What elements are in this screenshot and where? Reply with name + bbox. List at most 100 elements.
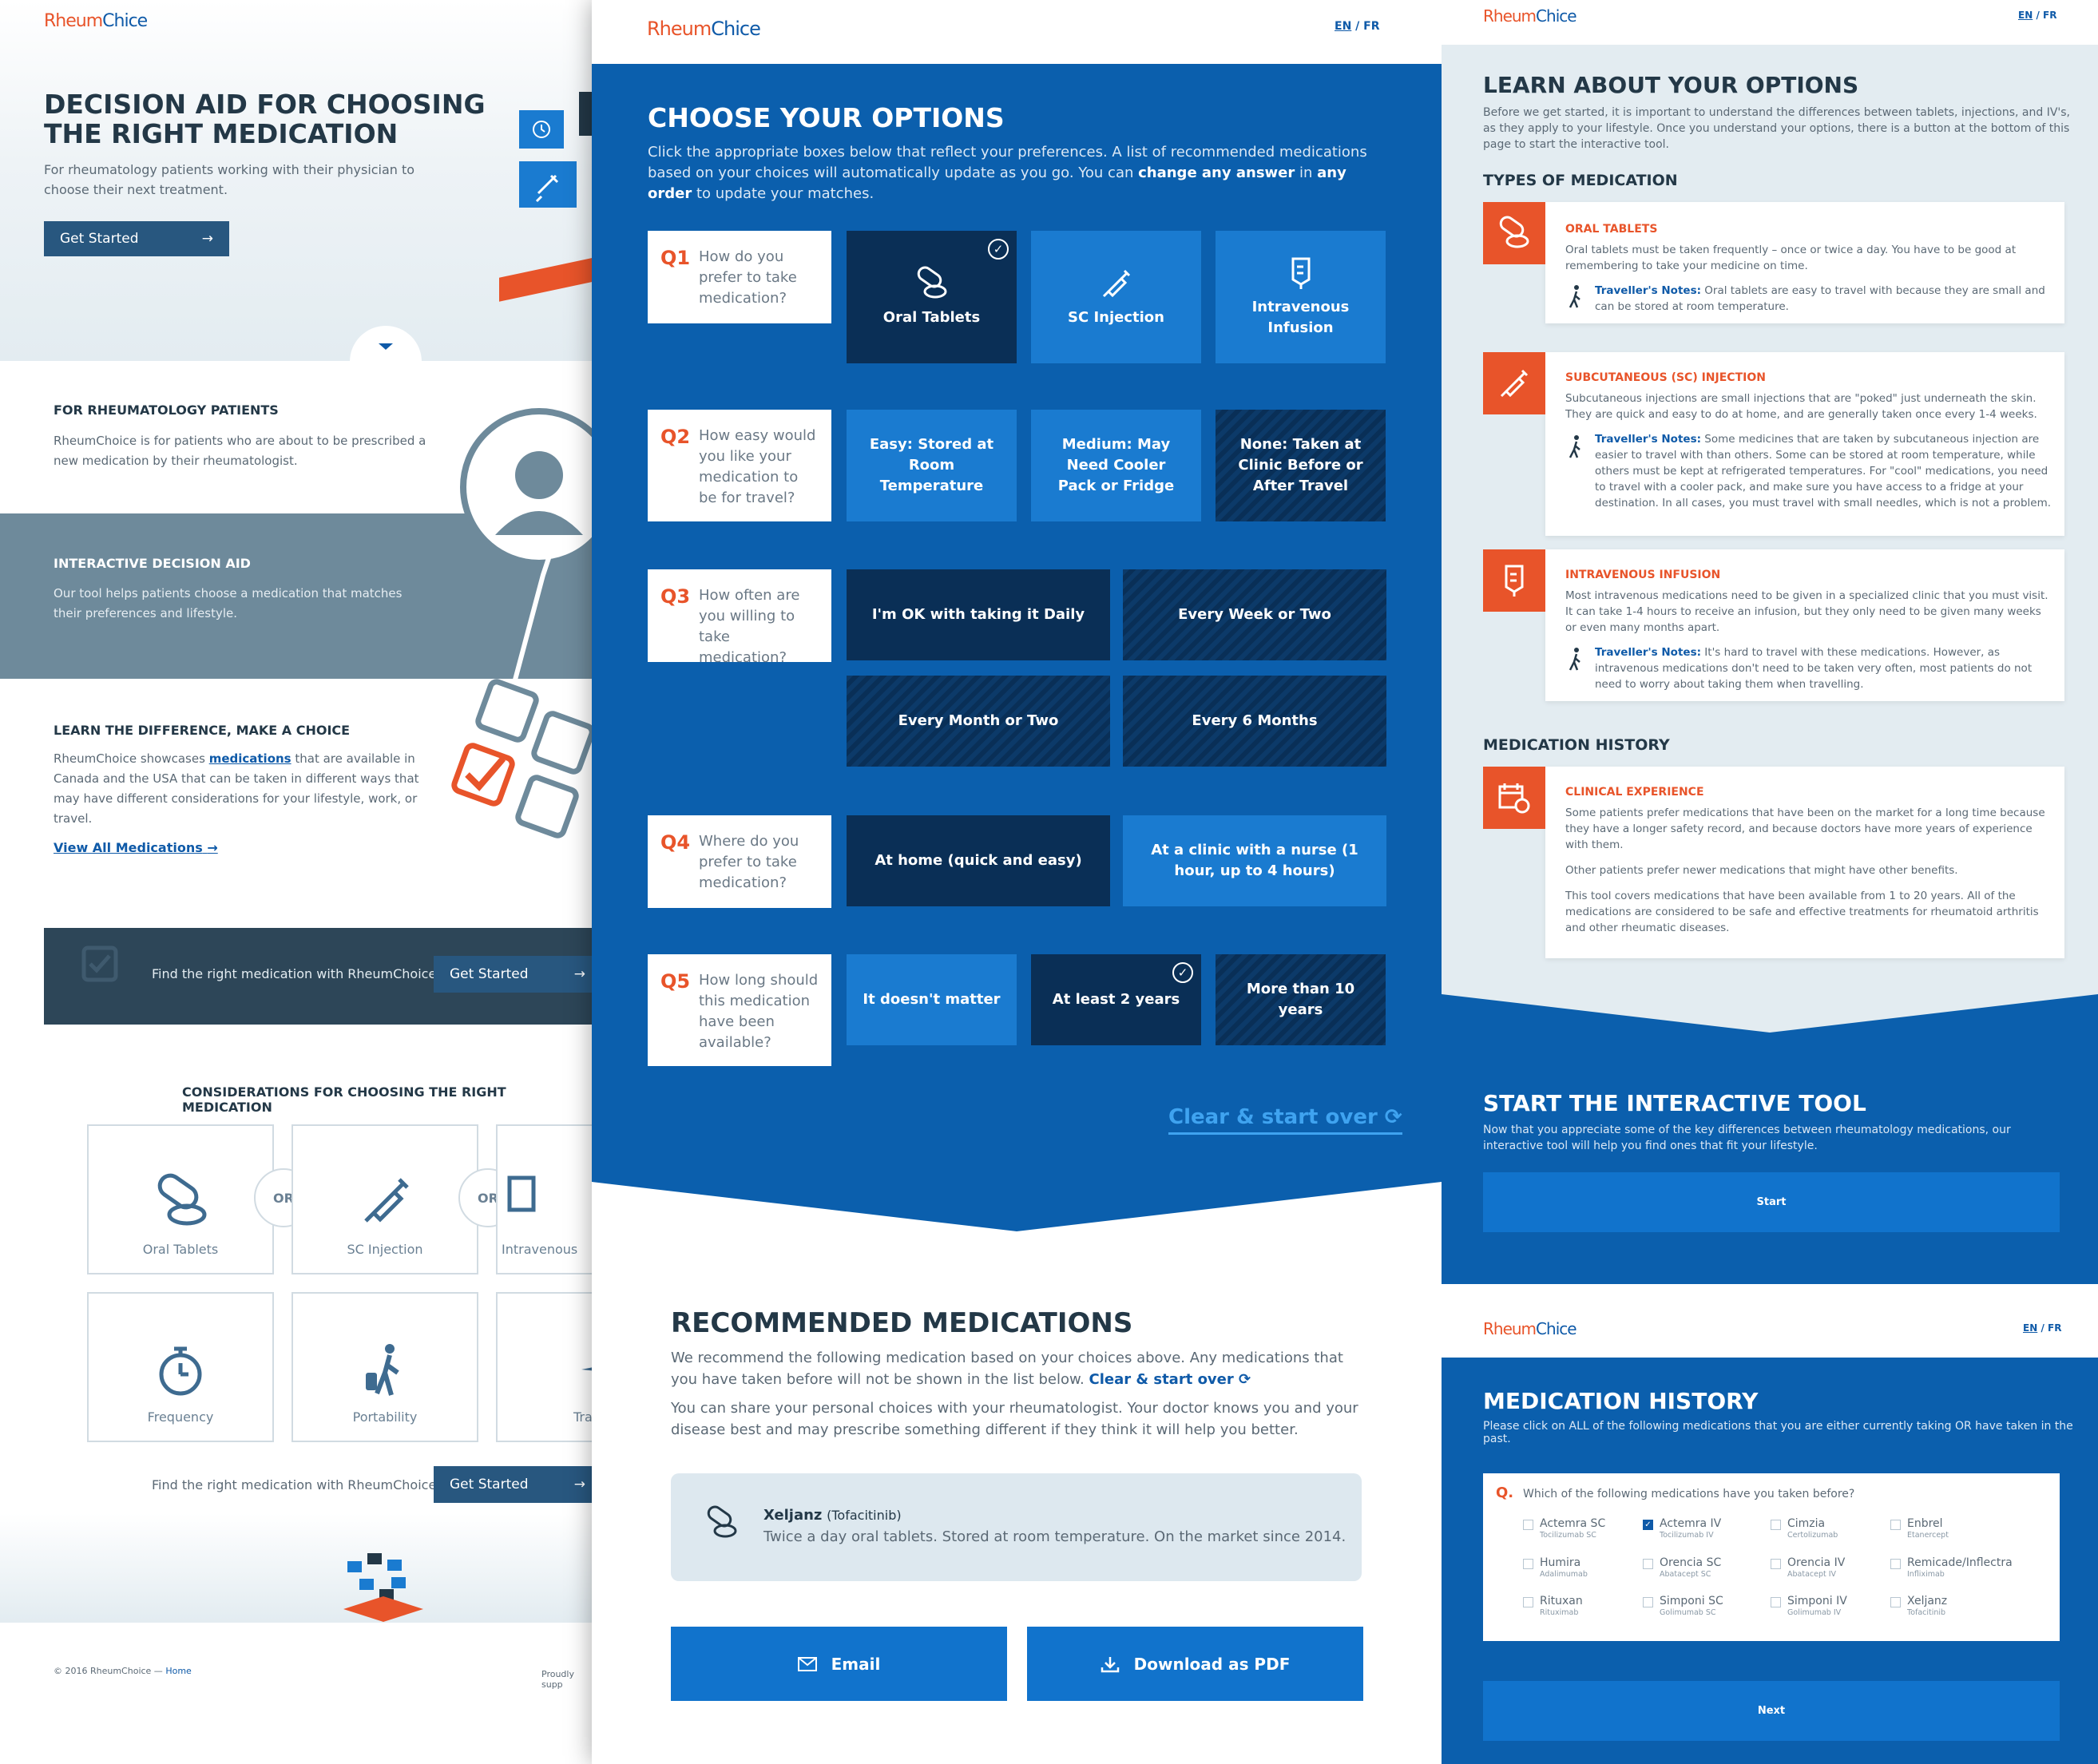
option-no-travel[interactable]: None: Taken at Clinic Before or After Tr…	[1216, 410, 1386, 521]
download-pdf-button[interactable]: Download as PDF	[1027, 1627, 1363, 1701]
medications-link[interactable]: medications	[209, 751, 291, 766]
rec-clear-link[interactable]: Clear & start over ⟳	[1089, 1371, 1251, 1388]
logo-part-2: Ch	[1536, 1319, 1557, 1338]
medication-option[interactable]: ✓ Actemra IV Tocilizumab IV	[1643, 1517, 1721, 1540]
medication-option[interactable]: Rituxan Rituximab	[1523, 1595, 1583, 1617]
logo[interactable]: RheumChice	[44, 11, 148, 31]
checkbox[interactable]	[1523, 1520, 1533, 1530]
view-all-medications-link[interactable]: View All Medications →	[54, 840, 218, 855]
option-two-years[interactable]: ✓ At least 2 years	[1031, 954, 1201, 1045]
start-text: Now that you appreciate some of the key …	[1483, 1124, 2011, 1152]
lang-en-link[interactable]: EN	[1335, 20, 1351, 33]
logo-part-3: ice	[735, 18, 761, 40]
scroll-down-tab[interactable]	[350, 326, 422, 366]
medication-name: Simponi SC	[1660, 1595, 1723, 1607]
checkbox[interactable]	[1523, 1559, 1533, 1569]
option-medium-travel[interactable]: Medium: May Need Cooler Pack or Fridge	[1031, 410, 1201, 521]
option-label: Every 6 Months	[1192, 712, 1318, 729]
checkbox[interactable]	[1643, 1597, 1653, 1607]
medication-text: Orencia IV Abatacept IV	[1787, 1556, 1845, 1579]
lang-fr-link[interactable]: FR	[2043, 10, 2056, 21]
option-daily[interactable]: I'm OK with taking it Daily	[847, 569, 1110, 660]
medication-name: Remicade/Inflectra	[1907, 1556, 2013, 1569]
logo[interactable]: RheumChice	[1483, 1319, 1577, 1338]
question-text: How easy would you like your medication …	[699, 427, 816, 506]
consideration-frequency[interactable]: Frequency	[87, 1292, 274, 1442]
note-label: Traveller's Notes:	[1595, 433, 1702, 446]
travellers-note: Traveller's Notes: Some medicines that a…	[1595, 431, 2054, 511]
medication-option[interactable]: Xeljanz Tofacitinib	[1890, 1595, 1947, 1617]
next-button[interactable]: Next	[1483, 1681, 2060, 1741]
question-number: Q4	[660, 831, 691, 854]
question-3: Q3 How often are you willing to take medi…	[648, 569, 831, 666]
option-at-home[interactable]: At home (quick and easy)	[847, 815, 1110, 906]
medication-generic: (Tofacitinib)	[827, 1508, 902, 1523]
logo[interactable]: RheumChice	[647, 18, 761, 40]
get-started-button[interactable]: Get Started →	[44, 221, 229, 256]
medication-option[interactable]: Enbrel Etanercept	[1890, 1517, 1949, 1540]
medication-generic: Adalimumab	[1540, 1570, 1588, 1579]
medication-card[interactable]: Xeljanz (Tofacitinib) Twice a day oral t…	[671, 1473, 1362, 1581]
bottom-get-started-button[interactable]: Get Started →	[434, 1466, 595, 1503]
footer-illustration-area	[0, 1513, 595, 1622]
lang-en-link[interactable]: EN	[2023, 1322, 2037, 1334]
checkbox[interactable]	[1890, 1559, 1901, 1569]
lang-en-link[interactable]: EN	[2018, 10, 2033, 21]
travellers-note: Traveller's Notes: It's hard to travel w…	[1595, 644, 2054, 692]
consideration-travel[interactable]: Tra	[496, 1292, 595, 1442]
checkbox[interactable]	[1771, 1559, 1781, 1569]
checkbox[interactable]: ✓	[1643, 1520, 1653, 1530]
card-oral-tablets: ORAL TABLETS Oral tablets must be taken …	[1545, 202, 2064, 323]
lang-fr-link[interactable]: FR	[2048, 1322, 2061, 1334]
medication-option[interactable]: Remicade/Inflectra Infliximab	[1890, 1556, 2013, 1579]
bottom-get-started-label: Get Started	[450, 1477, 529, 1492]
logo[interactable]: RheumChice	[1483, 6, 1577, 26]
rec-clear-label: Clear & start over	[1089, 1371, 1234, 1388]
learn-intro: Before we get started, it is important t…	[1483, 106, 2070, 151]
option-oral-tablets[interactable]: ✓ Oral Tablets	[847, 231, 1017, 363]
consideration-oral-tablets[interactable]: Oral Tablets	[87, 1124, 274, 1274]
question-text: How long should this medication have bee…	[699, 972, 819, 1051]
consideration-intravenous[interactable]: Intravenous	[496, 1124, 595, 1274]
language-switcher: EN / FR	[1335, 20, 1380, 33]
checkbox[interactable]	[1890, 1520, 1901, 1530]
card-intravenous: INTRAVENOUS INFUSION Most intravenous me…	[1545, 549, 2064, 701]
option-ten-years[interactable]: More than 10 years	[1216, 954, 1386, 1045]
email-button[interactable]: Email	[671, 1627, 1007, 1701]
checkbox[interactable]	[1771, 1520, 1781, 1530]
consideration-portability[interactable]: Portability	[291, 1292, 478, 1442]
card-title: SUBCUTANEOUS (SC) INJECTION	[1565, 371, 1766, 384]
medication-option[interactable]: Simponi SC Golimumab SC	[1643, 1595, 1723, 1617]
checkbox[interactable]	[1643, 1559, 1653, 1569]
traveller-icon	[366, 1344, 399, 1396]
option-at-clinic[interactable]: At a clinic with a nurse (1 hour, up to …	[1123, 815, 1386, 906]
medication-option[interactable]: Cimzia Certolizumab	[1771, 1517, 1838, 1540]
cta-get-started-button[interactable]: Get Started →	[434, 956, 595, 993]
option-intravenous[interactable]: Intravenous Infusion	[1216, 231, 1386, 363]
history-title: MEDICATION HISTORY	[1483, 736, 1670, 754]
start-button[interactable]: Start	[1483, 1172, 2060, 1232]
footer-home-link[interactable]: Home	[165, 1666, 191, 1676]
checkbox[interactable]	[1771, 1597, 1781, 1607]
medication-name-line: Xeljanz (Tofacitinib)	[763, 1507, 902, 1524]
consideration-label: Portability	[352, 1409, 418, 1425]
option-six-months[interactable]: Every 6 Months	[1123, 676, 1386, 767]
option-doesnt-matter[interactable]: It doesn't matter	[847, 954, 1017, 1045]
lang-fr-link[interactable]: FR	[1363, 20, 1379, 33]
clear-start-over-link[interactable]: Clear & start over ⟳	[1168, 1105, 1402, 1135]
checkbox[interactable]	[1523, 1597, 1533, 1607]
consideration-sc-injection[interactable]: SC Injection	[291, 1124, 478, 1274]
medication-name: Orencia IV	[1787, 1556, 1846, 1569]
question-text: Which of the following medications have …	[1523, 1488, 1855, 1500]
medication-name: Enbrel	[1907, 1517, 1943, 1530]
medication-option[interactable]: Orencia IV Abatacept IV	[1771, 1556, 1845, 1579]
option-weekly[interactable]: Every Week or Two	[1123, 569, 1386, 660]
medication-option[interactable]: Humira Adalimumab	[1523, 1556, 1588, 1579]
option-easy-travel[interactable]: Easy: Stored at Room Temperature	[847, 410, 1017, 521]
option-sc-injection[interactable]: SC Injection	[1031, 231, 1201, 363]
checkbox[interactable]	[1890, 1597, 1901, 1607]
option-monthly[interactable]: Every Month or Two	[847, 676, 1110, 767]
medication-option[interactable]: Actemra SC Tocilizumab SC	[1523, 1517, 1605, 1540]
medication-option[interactable]: Simponi IV Golimumab IV	[1771, 1595, 1847, 1617]
medication-option[interactable]: Orencia SC Abatacept SC	[1643, 1556, 1721, 1579]
